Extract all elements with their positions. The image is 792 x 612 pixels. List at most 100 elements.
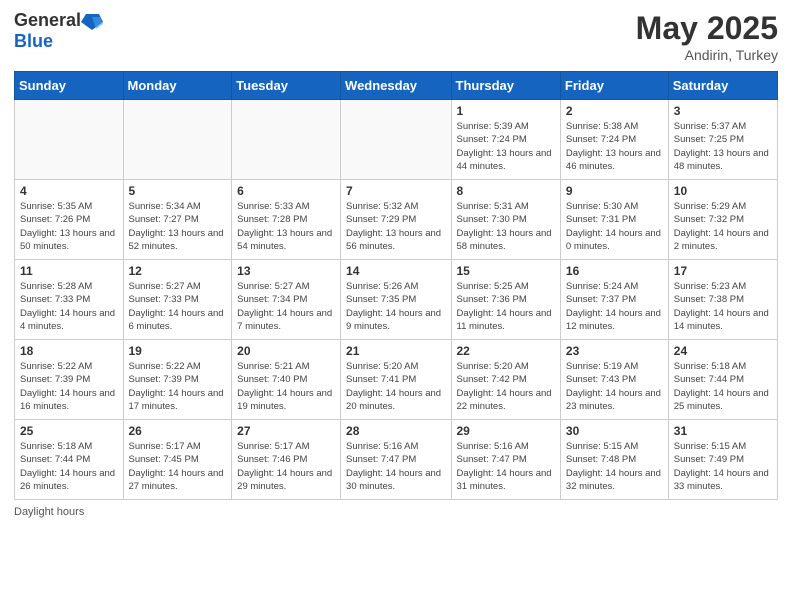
day-info: Sunrise: 5:29 AM Sunset: 7:32 PM Dayligh… — [674, 200, 772, 253]
logo-icon — [81, 12, 103, 30]
day-number: 6 — [237, 184, 335, 198]
day-cell: 27 Sunrise: 5:17 AM Sunset: 7:46 PM Dayli… — [232, 420, 341, 500]
day-cell: 7Sunrise: 5:32 AM Sunset: 7:29 PM Daylig… — [341, 180, 451, 260]
day-info: Sunrise: 5:33 AM Sunset: 7:28 PM Dayligh… — [237, 200, 335, 253]
day-number: 24 — [674, 344, 772, 358]
day-info: Sunrise: 5:15 AM Sunset: 7:48 PM Dayligh… — [566, 440, 663, 493]
day-number: 19 — [129, 344, 227, 358]
week-row-1: 4 Sunrise: 5:35 AM Sunset: 7:26 PM Daylig… — [15, 180, 778, 260]
day-number: 8 — [457, 184, 555, 198]
day-number: 13 — [237, 264, 335, 278]
day-number: 12 — [129, 264, 227, 278]
day-info: Sunrise: 5:28 AM Sunset: 7:33 PM Dayligh… — [20, 280, 118, 333]
day-cell: 18 Sunrise: 5:22 AM Sunset: 7:39 PM Dayli… — [15, 340, 124, 420]
day-cell — [341, 100, 451, 180]
day-cell — [15, 100, 124, 180]
day-cell: 23Sunrise: 5:19 AM Sunset: 7:43 PM Dayli… — [560, 340, 668, 420]
day-info: Sunrise: 5:22 AM Sunset: 7:39 PM Dayligh… — [129, 360, 227, 413]
day-cell: 24 Sunrise: 5:18 AM Sunset: 7:44 PM Dayli… — [668, 340, 777, 420]
day-cell: 25 Sunrise: 5:18 AM Sunset: 7:44 PM Dayli… — [15, 420, 124, 500]
day-cell: 4 Sunrise: 5:35 AM Sunset: 7:26 PM Daylig… — [15, 180, 124, 260]
day-number: 31 — [674, 424, 772, 438]
week-row-4: 25 Sunrise: 5:18 AM Sunset: 7:44 PM Dayli… — [15, 420, 778, 500]
day-cell: 13 Sunrise: 5:27 AM Sunset: 7:34 PM Dayli… — [232, 260, 341, 340]
day-number: 26 — [129, 424, 227, 438]
day-cell: 11 Sunrise: 5:28 AM Sunset: 7:33 PM Dayli… — [15, 260, 124, 340]
day-number: 18 — [20, 344, 118, 358]
footer-note: Daylight hours — [14, 506, 778, 518]
day-info: Sunrise: 5:35 AM Sunset: 7:26 PM Dayligh… — [20, 200, 118, 253]
location: Andirin, Turkey — [636, 47, 778, 63]
week-row-3: 18 Sunrise: 5:22 AM Sunset: 7:39 PM Dayli… — [15, 340, 778, 420]
day-info: Sunrise: 5:24 AM Sunset: 7:37 PM Dayligh… — [566, 280, 663, 333]
day-cell: 26 Sunrise: 5:17 AM Sunset: 7:45 PM Dayli… — [123, 420, 232, 500]
day-cell: 12 Sunrise: 5:27 AM Sunset: 7:33 PM Dayli… — [123, 260, 232, 340]
day-info: Sunrise: 5:27 AM Sunset: 7:33 PM Dayligh… — [129, 280, 227, 333]
day-cell: 15 Sunrise: 5:25 AM Sunset: 7:36 PM Dayli… — [451, 260, 560, 340]
day-number: 25 — [20, 424, 118, 438]
day-info: Sunrise: 5:23 AM Sunset: 7:38 PM Dayligh… — [674, 280, 772, 333]
calendar-table: SundayMondayTuesdayWednesdayThursdayFrid… — [14, 71, 778, 500]
day-number: 16 — [566, 264, 663, 278]
day-info: Sunrise: 5:34 AM Sunset: 7:27 PM Dayligh… — [129, 200, 227, 253]
day-cell: 6 Sunrise: 5:33 AM Sunset: 7:28 PM Daylig… — [232, 180, 341, 260]
month-year: May 2025 — [636, 10, 778, 47]
day-info: Sunrise: 5:39 AM Sunset: 7:24 PM Dayligh… — [457, 120, 555, 173]
day-cell: 3Sunrise: 5:37 AM Sunset: 7:25 PM Daylig… — [668, 100, 777, 180]
day-number: 20 — [237, 344, 335, 358]
day-number: 9 — [566, 184, 663, 198]
day-info: Sunrise: 5:26 AM Sunset: 7:35 PM Dayligh… — [346, 280, 445, 333]
day-cell: 30Sunrise: 5:15 AM Sunset: 7:48 PM Dayli… — [560, 420, 668, 500]
day-number: 29 — [457, 424, 555, 438]
day-info: Sunrise: 5:25 AM Sunset: 7:36 PM Dayligh… — [457, 280, 555, 333]
day-number: 17 — [674, 264, 772, 278]
day-info: Sunrise: 5:16 AM Sunset: 7:47 PM Dayligh… — [346, 440, 445, 493]
day-cell: 28Sunrise: 5:16 AM Sunset: 7:47 PM Dayli… — [341, 420, 451, 500]
day-number: 2 — [566, 104, 663, 118]
day-number: 7 — [346, 184, 445, 198]
day-number: 4 — [20, 184, 118, 198]
day-info: Sunrise: 5:21 AM Sunset: 7:40 PM Dayligh… — [237, 360, 335, 413]
day-info: Sunrise: 5:17 AM Sunset: 7:46 PM Dayligh… — [237, 440, 335, 493]
day-info: Sunrise: 5:16 AM Sunset: 7:47 PM Dayligh… — [457, 440, 555, 493]
day-header-monday: Monday — [123, 72, 232, 100]
day-number: 5 — [129, 184, 227, 198]
day-info: Sunrise: 5:31 AM Sunset: 7:30 PM Dayligh… — [457, 200, 555, 253]
week-row-2: 11 Sunrise: 5:28 AM Sunset: 7:33 PM Dayli… — [15, 260, 778, 340]
day-cell: 1 Sunrise: 5:39 AM Sunset: 7:24 PM Daylig… — [451, 100, 560, 180]
day-cell: 21Sunrise: 5:20 AM Sunset: 7:41 PM Dayli… — [341, 340, 451, 420]
day-cell: 8 Sunrise: 5:31 AM Sunset: 7:30 PM Daylig… — [451, 180, 560, 260]
day-header-tuesday: Tuesday — [232, 72, 341, 100]
day-cell: 17 Sunrise: 5:23 AM Sunset: 7:38 PM Dayli… — [668, 260, 777, 340]
day-number: 11 — [20, 264, 118, 278]
day-number: 23 — [566, 344, 663, 358]
day-info: Sunrise: 5:15 AM Sunset: 7:49 PM Dayligh… — [674, 440, 772, 493]
logo-general: General — [14, 10, 81, 31]
day-cell: 16 Sunrise: 5:24 AM Sunset: 7:37 PM Dayli… — [560, 260, 668, 340]
day-info: Sunrise: 5:27 AM Sunset: 7:34 PM Dayligh… — [237, 280, 335, 333]
day-header-thursday: Thursday — [451, 72, 560, 100]
day-info: Sunrise: 5:22 AM Sunset: 7:39 PM Dayligh… — [20, 360, 118, 413]
day-info: Sunrise: 5:20 AM Sunset: 7:42 PM Dayligh… — [457, 360, 555, 413]
day-header-sunday: Sunday — [15, 72, 124, 100]
day-cell — [123, 100, 232, 180]
day-number: 14 — [346, 264, 445, 278]
day-info: Sunrise: 5:37 AM Sunset: 7:25 PM Dayligh… — [674, 120, 772, 173]
day-info: Sunrise: 5:18 AM Sunset: 7:44 PM Dayligh… — [20, 440, 118, 493]
header-row: SundayMondayTuesdayWednesdayThursdayFrid… — [15, 72, 778, 100]
title-block: May 2025 Andirin, Turkey — [636, 10, 778, 63]
day-number: 15 — [457, 264, 555, 278]
day-cell: 31 Sunrise: 5:15 AM Sunset: 7:49 PM Dayli… — [668, 420, 777, 500]
day-cell: 10Sunrise: 5:29 AM Sunset: 7:32 PM Dayli… — [668, 180, 777, 260]
day-number: 21 — [346, 344, 445, 358]
day-header-friday: Friday — [560, 72, 668, 100]
day-info: Sunrise: 5:17 AM Sunset: 7:45 PM Dayligh… — [129, 440, 227, 493]
header: GeneralBlue May 2025 Andirin, Turkey — [14, 10, 778, 63]
day-number: 27 — [237, 424, 335, 438]
day-header-wednesday: Wednesday — [341, 72, 451, 100]
day-number: 1 — [457, 104, 555, 118]
day-cell: 20 Sunrise: 5:21 AM Sunset: 7:40 PM Dayli… — [232, 340, 341, 420]
day-header-saturday: Saturday — [668, 72, 777, 100]
page: GeneralBlue May 2025 Andirin, Turkey Sun… — [0, 0, 792, 528]
day-info: Sunrise: 5:18 AM Sunset: 7:44 PM Dayligh… — [674, 360, 772, 413]
